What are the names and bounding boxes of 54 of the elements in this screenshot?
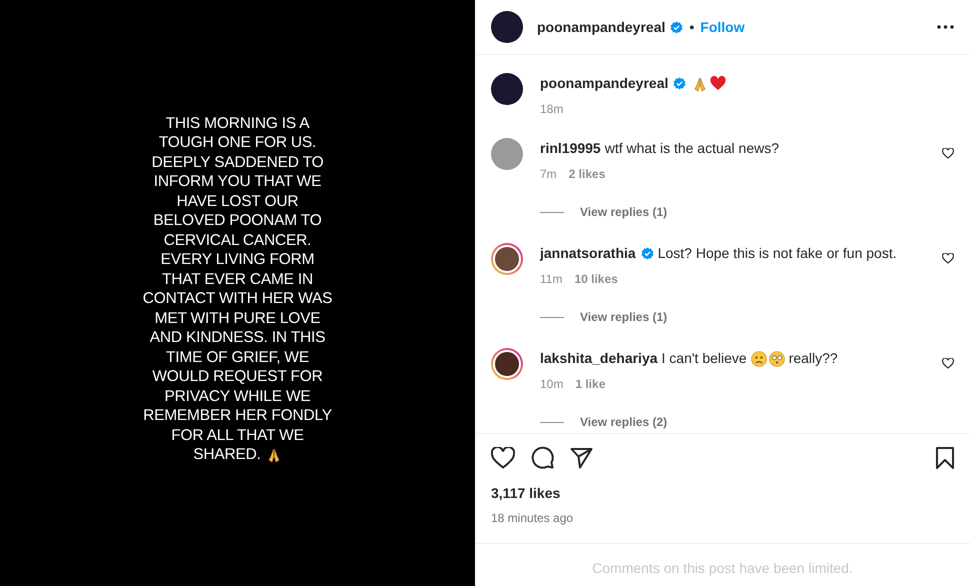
post-text-line: HAVE LOST OUR — [176, 192, 298, 211]
username-link[interactable]: rinl19995 — [540, 138, 601, 159]
username-link[interactable]: poonampandeyreal — [537, 16, 666, 38]
post-text-line: THIS MORNING IS A — [166, 114, 310, 133]
post-text-line: CERVICAL CANCER. — [164, 230, 312, 250]
post-text-line: INFORM YOU THAT WE — [154, 172, 322, 192]
sad-face-icon — [750, 350, 767, 366]
comment-icon[interactable] — [531, 446, 554, 469]
username-link[interactable]: poonampandeyreal — [540, 73, 668, 94]
post-text-line: THAT EVER CAME IN — [162, 270, 314, 289]
timestamp: 10m — [540, 376, 564, 393]
heart-icon — [710, 76, 726, 91]
likes-count[interactable]: 10 likes — [574, 270, 618, 288]
comment-text: really?? — [788, 349, 838, 368]
post-text-line: EVERY LIVING FORM — [160, 250, 314, 270]
post-text-line: CONTACT WITH HER WAS — [142, 289, 332, 308]
username-link[interactable]: lakshita_dehariya — [540, 348, 658, 369]
likes-count[interactable]: 3,117 likes — [491, 483, 954, 504]
comment-text: I can't believe — [662, 349, 747, 368]
post-time: 18 minutes ago — [491, 510, 574, 527]
post-text-line: REMEMBER HER FONDLY — [143, 406, 332, 426]
avatar[interactable] — [491, 73, 523, 105]
post-text-line: BELOVED POONAM TO — [153, 211, 322, 230]
post-text-line: TOUGH ONE FOR US. — [158, 133, 316, 152]
likes-count[interactable]: 1 like — [575, 375, 606, 393]
comment-text: Lost? Hope this is not fake or fun post. — [658, 244, 897, 263]
more-options-icon[interactable] — [937, 25, 954, 29]
avatar[interactable] — [491, 11, 523, 43]
username-link[interactable]: jannatsorathia — [540, 243, 636, 264]
follow-link[interactable]: Follow — [700, 16, 745, 38]
timestamp: 11m — [540, 271, 562, 288]
post-text-line: PRIVACY WHILE WE — [164, 386, 311, 406]
post-text-line: AND KINDNESS. IN THIS — [150, 328, 326, 348]
view-replies-link[interactable]: View replies (2) — [580, 413, 668, 431]
timestamp: 18m — [540, 101, 564, 118]
bookmark-icon[interactable] — [936, 446, 954, 468]
share-icon[interactable] — [570, 446, 593, 468]
comments-limited-notice: Comments on this post have been limited. — [592, 559, 853, 578]
view-replies-link[interactable]: View replies (1) — [580, 203, 668, 221]
avatar[interactable] — [491, 348, 523, 380]
view-replies-link[interactable]: View replies (1) — [580, 308, 668, 326]
post-text-line: SHARED. — [193, 445, 261, 464]
timestamp: 7m — [540, 166, 557, 183]
post-text-line: TIME OF GRIEF, WE — [166, 348, 309, 367]
post-text-line: FOR ALL THAT WE — [171, 426, 304, 445]
post-text-line: DEEPLY SADDENED TO — [152, 152, 324, 172]
post-text-line: MET WITH PURE LOVE — [154, 308, 320, 328]
likes-count[interactable]: 2 likes — [568, 165, 606, 183]
post-text-line: WOULD REQUEST FOR — [152, 367, 323, 386]
like-icon[interactable] — [491, 446, 515, 468]
flushed-face-icon — [768, 350, 785, 366]
separator-dot: • — [689, 18, 694, 36]
comment-text: wtf what is the actual news? — [604, 139, 780, 158]
avatar[interactable] — [491, 243, 523, 275]
